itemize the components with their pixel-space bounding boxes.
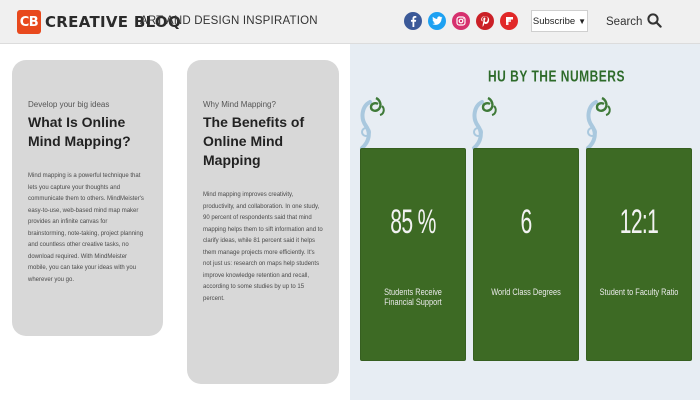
stat-label: Student to Faculty Ratio <box>599 287 679 297</box>
card-title: The Benefits of Online Mind Mapping <box>203 114 305 168</box>
subscribe-label: Subscribe <box>532 15 576 27</box>
stat-label: Students Receive Financial Support <box>384 287 442 307</box>
stat-value: 6 <box>520 203 532 241</box>
social-links <box>404 12 518 30</box>
facebook-icon[interactable] <box>404 12 422 30</box>
article-area: Develop your big ideas What Is Online Mi… <box>0 44 350 400</box>
stat-label: World Class Degrees <box>491 287 561 297</box>
stat-card-financial-support: 85 % Students Receive Financial Support <box>360 148 466 361</box>
subscribe-dropdown[interactable]: Subscribe ▼ <box>531 10 588 32</box>
flipboard-icon[interactable] <box>500 12 518 30</box>
search-icon <box>647 13 663 31</box>
card-body: Mind mapping improves creativity, produc… <box>203 192 323 302</box>
search-label: Search <box>606 16 643 28</box>
logo-badge: CB <box>17 10 41 34</box>
card-body: Mind mapping is a powerful technique tha… <box>28 173 144 283</box>
site-header: CB CREATIVE BLOQ ART AND DESIGN INSPIRAT… <box>0 0 700 44</box>
instagram-icon[interactable] <box>452 12 470 30</box>
pinterest-icon[interactable] <box>476 12 494 30</box>
stat-value: 12:1 <box>619 203 659 241</box>
stat-card-degrees: 6 World Class Degrees <box>473 148 579 361</box>
twitter-icon[interactable] <box>428 12 446 30</box>
card-kicker: Develop your big ideas <box>28 100 110 109</box>
article-card-benefits[interactable]: Why Mind Mapping? The Benefits of Online… <box>187 60 339 384</box>
site-tagline: ART AND DESIGN INSPIRATION <box>140 15 318 27</box>
section-title: HU BY THE NUMBERS <box>488 67 625 86</box>
search-button[interactable]: Search <box>606 13 663 31</box>
numbers-section: HU BY THE NUMBERS 85 % Students Receive … <box>350 44 700 400</box>
card-title: What Is Online Mind Mapping? <box>28 114 131 149</box>
stat-card-ratio: 12:1 Student to Faculty Ratio <box>586 148 692 361</box>
stat-value: 85 % <box>390 203 436 241</box>
article-card-mind-mapping[interactable]: Develop your big ideas What Is Online Mi… <box>12 60 163 336</box>
chevron-down-icon: ▼ <box>578 16 587 26</box>
card-kicker: Why Mind Mapping? <box>203 100 276 109</box>
